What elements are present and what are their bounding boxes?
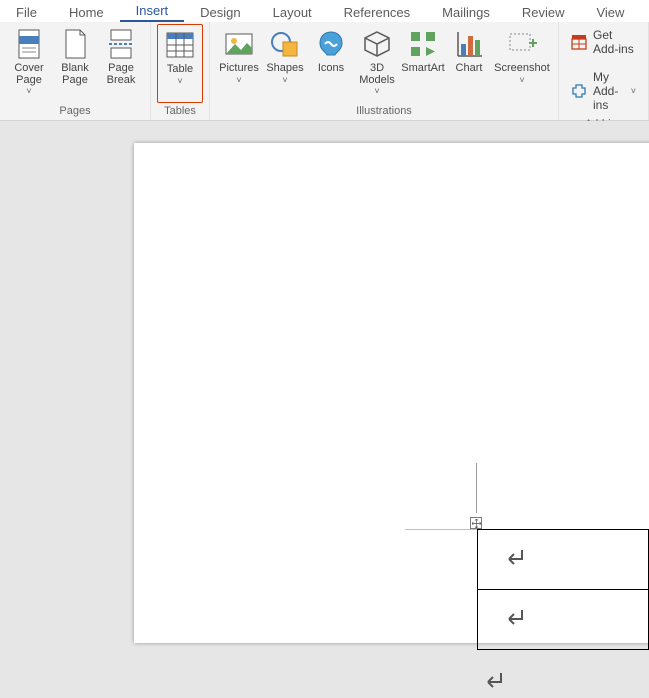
- blank-page-button[interactable]: BlankPage: [52, 24, 98, 103]
- tab-home[interactable]: Home: [53, 2, 120, 22]
- 3d-models-label: 3DModels: [359, 63, 394, 86]
- pictures-label: Pictures: [219, 63, 259, 75]
- paragraph-mark-icon: [481, 667, 507, 698]
- pictures-icon: [223, 28, 255, 60]
- group-pages-label: Pages: [6, 103, 144, 120]
- chart-icon: [453, 28, 485, 60]
- document-table[interactable]: [477, 529, 649, 650]
- table-button[interactable]: Table ˅: [157, 24, 203, 103]
- paragraph-mark-icon: [502, 544, 528, 575]
- tab-insert-label: Insert: [136, 3, 169, 18]
- dropdown-arrow-icon: ˅: [26, 87, 31, 96]
- paragraph-mark-icon: [502, 604, 528, 635]
- insertion-cursor: [476, 463, 477, 513]
- dropdown-arrow-icon: ˅: [374, 87, 379, 96]
- page-break-button[interactable]: PageBreak: [98, 24, 144, 103]
- shapes-label: Shapes: [266, 63, 303, 75]
- icons-icon: [315, 28, 347, 60]
- screenshot-icon: [506, 28, 538, 60]
- tab-references[interactable]: References: [328, 2, 426, 22]
- table-cell[interactable]: [478, 590, 649, 650]
- blank-page-label: BlankPage: [61, 63, 89, 86]
- get-addins-button[interactable]: Get Add-ins: [565, 24, 642, 60]
- group-pages: CoverPage ˅ BlankPage PageBreak Pages: [0, 22, 151, 120]
- my-addins-icon: [571, 83, 587, 99]
- dropdown-arrow-icon: ˅: [177, 77, 182, 86]
- table-icon: [164, 29, 196, 61]
- document-workspace: [0, 121, 649, 643]
- tab-view-label: View: [596, 5, 624, 20]
- table-move-handle[interactable]: [470, 517, 482, 529]
- tab-home-label: Home: [69, 5, 104, 20]
- page-break-icon: [105, 28, 137, 60]
- shapes-button[interactable]: Shapes ˅: [262, 24, 308, 103]
- tab-file[interactable]: File: [0, 2, 53, 22]
- chart-button[interactable]: Chart: [446, 24, 492, 103]
- dropdown-arrow-icon: ˅: [236, 76, 241, 85]
- blank-page-icon: [59, 28, 91, 60]
- tab-file-label: File: [16, 5, 37, 20]
- smartart-icon: [407, 28, 439, 60]
- group-tables: Table ˅ Tables: [151, 22, 210, 120]
- pictures-button[interactable]: Pictures ˅: [216, 24, 262, 103]
- cover-page-icon: [13, 28, 45, 60]
- group-addins: Get Add-ins My Add-ins ˅ Add-ins: [559, 22, 649, 120]
- my-addins-label: My Add-ins: [593, 70, 621, 112]
- table-row[interactable]: [478, 590, 649, 650]
- shapes-icon: [269, 28, 301, 60]
- cover-page-button[interactable]: CoverPage ˅: [6, 24, 52, 103]
- main-tabs: File Home Insert Design Layout Reference…: [0, 0, 649, 22]
- cover-page-label: CoverPage: [14, 63, 43, 86]
- group-illustrations-label: Illustrations: [216, 103, 552, 120]
- tab-help[interactable]: Help: [640, 2, 649, 22]
- tab-layout-label: Layout: [273, 5, 312, 20]
- page-break-label: PageBreak: [107, 63, 136, 86]
- screenshot-label: Screenshot: [494, 63, 550, 75]
- tab-mailings[interactable]: Mailings: [426, 2, 506, 22]
- table-label: Table: [167, 64, 193, 76]
- icons-label: Icons: [318, 63, 344, 75]
- tab-view[interactable]: View: [580, 2, 640, 22]
- tab-design-label: Design: [200, 5, 240, 20]
- tab-references-label: References: [344, 5, 410, 20]
- screenshot-button[interactable]: Screenshot ˅: [492, 24, 552, 103]
- dropdown-arrow-icon: ˅: [631, 86, 636, 96]
- group-tables-label: Tables: [157, 103, 203, 120]
- dropdown-arrow-icon: ˅: [282, 76, 287, 85]
- ribbon-insert: CoverPage ˅ BlankPage PageBreak Pages: [0, 22, 649, 121]
- smartart-button[interactable]: SmartArt: [400, 24, 446, 103]
- smartart-label: SmartArt: [401, 63, 444, 75]
- store-icon: [571, 34, 587, 50]
- tab-layout[interactable]: Layout: [257, 2, 328, 22]
- 3d-models-button[interactable]: 3DModels ˅: [354, 24, 400, 103]
- chart-label: Chart: [456, 63, 483, 75]
- table-cell[interactable]: [478, 530, 649, 590]
- icons-button[interactable]: Icons: [308, 24, 354, 103]
- 3d-models-icon: [361, 28, 393, 60]
- tab-insert[interactable]: Insert: [120, 0, 185, 22]
- tab-review-label: Review: [522, 5, 565, 20]
- dropdown-arrow-icon: ˅: [519, 76, 524, 85]
- get-addins-label: Get Add-ins: [593, 28, 636, 56]
- group-illustrations: Pictures ˅ Shapes ˅ Icons 3DMod: [210, 22, 559, 120]
- tab-mailings-label: Mailings: [442, 5, 490, 20]
- tab-design[interactable]: Design: [184, 2, 256, 22]
- my-addins-button[interactable]: My Add-ins ˅: [565, 66, 642, 116]
- table-row[interactable]: [478, 530, 649, 590]
- tab-review[interactable]: Review: [506, 2, 581, 22]
